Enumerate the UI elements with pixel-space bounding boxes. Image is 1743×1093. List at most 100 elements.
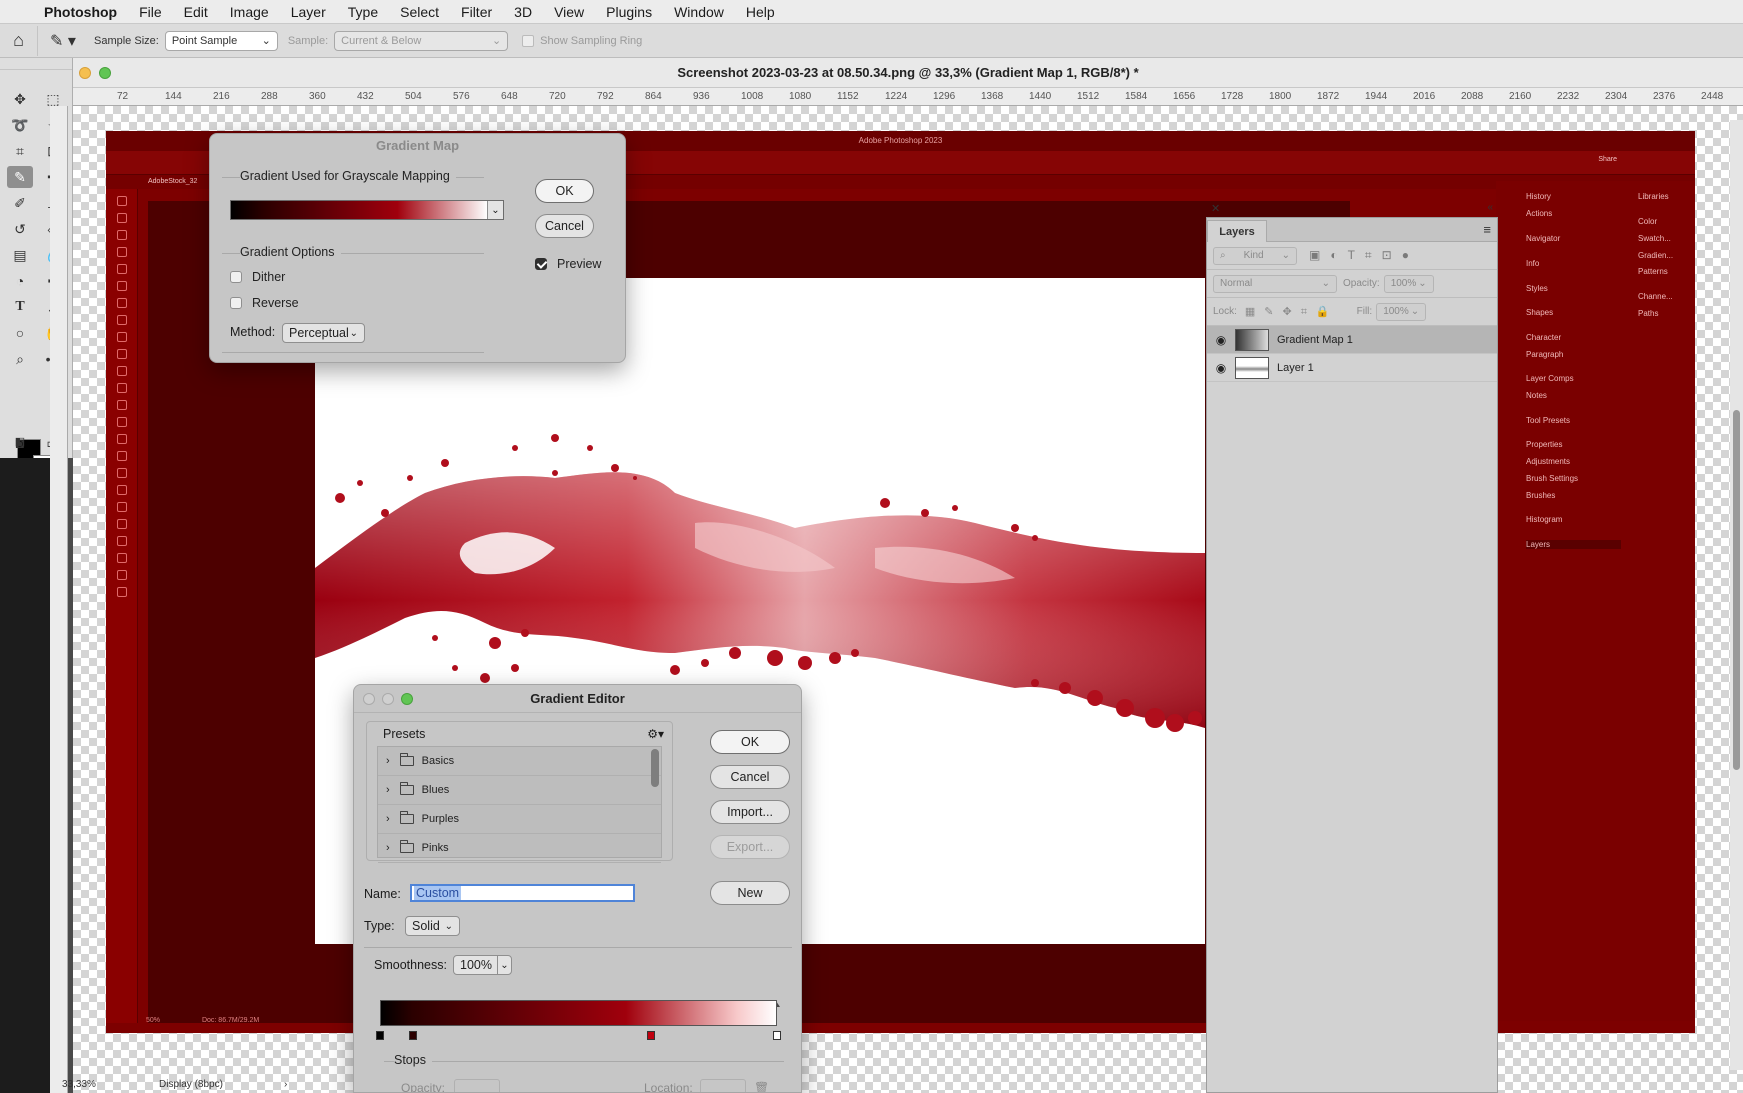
gradient-tool-icon[interactable]: ▤ [7, 244, 33, 266]
name-value: Custom [414, 886, 462, 900]
dither-checkbox[interactable]: Dither [230, 270, 285, 284]
sample-select[interactable]: Current & Below ⌄ [334, 30, 509, 51]
type-select[interactable]: Solid ⌄ [405, 916, 460, 936]
menu-view[interactable]: View [554, 4, 584, 20]
lock-icons[interactable]: ▦✎✥⌗🔒 [1245, 305, 1339, 319]
filter-icons[interactable]: ▣◐T⌗⊡● [1309, 248, 1419, 263]
tab-layers[interactable]: Layers [1207, 220, 1267, 242]
method-select[interactable]: Perceptual ⌄ [282, 323, 365, 343]
name-input[interactable]: Custom [410, 884, 635, 902]
menu-app[interactable]: Photoshop [44, 4, 117, 20]
menu-filter[interactable]: Filter [461, 4, 492, 20]
close-button[interactable] [363, 693, 375, 705]
sample-size-select[interactable]: Point Sample ⌄ [164, 30, 278, 51]
reverse-box[interactable] [230, 297, 242, 309]
cancel-button[interactable]: Cancel [535, 214, 594, 238]
menu-image[interactable]: Image [230, 4, 269, 20]
preset-folder-blues[interactable]: › Blues [378, 776, 661, 805]
color-stop-black[interactable] [376, 1031, 384, 1040]
stop-opacity-field[interactable] [454, 1079, 500, 1092]
zoom-button[interactable] [401, 693, 413, 705]
menu-layer[interactable]: Layer [291, 4, 326, 20]
chevron-down-icon: ⌄ [1418, 278, 1427, 289]
kind-filter-select[interactable]: ⌕ Kind ⌄ [1213, 246, 1297, 265]
chevron-right-icon[interactable]: › [386, 784, 390, 796]
show-sampling-ring-checkbox[interactable] [522, 34, 535, 47]
scrollbar-thumb[interactable] [1733, 410, 1740, 770]
menu-type[interactable]: Type [348, 4, 378, 20]
color-stop-red[interactable] [647, 1031, 655, 1040]
opacity-field[interactable]: 100% ⌄ [1383, 274, 1434, 293]
chevron-right-icon[interactable]: › [386, 813, 390, 825]
eye-icon[interactable]: ◉ [1207, 333, 1235, 347]
menu-3d[interactable]: 3D [514, 4, 532, 20]
inner-panel-label: Layers [1526, 540, 1621, 549]
chevron-right-icon[interactable]: › [284, 1079, 287, 1090]
preset-folder-purples[interactable]: › Purples [378, 805, 661, 834]
gradient-preview[interactable] [231, 201, 487, 219]
gradient-ramp[interactable] [380, 1000, 777, 1026]
move-tool-icon[interactable]: ✥ [7, 88, 33, 110]
panel-grip[interactable] [0, 58, 72, 70]
ellipse-tool-icon[interactable]: ○ [7, 322, 33, 344]
brush-tool-icon[interactable]: ✐ [7, 192, 33, 214]
stop-location-field[interactable] [700, 1079, 746, 1092]
reverse-checkbox[interactable]: Reverse [230, 296, 299, 310]
preset-folder-basics[interactable]: › Basics [378, 747, 661, 776]
import-button[interactable]: Import... [710, 800, 790, 824]
preview-box[interactable] [535, 258, 547, 270]
presets-scrollbar[interactable] [651, 749, 659, 787]
menu-edit[interactable]: Edit [184, 4, 208, 20]
menu-plugins[interactable]: Plugins [606, 4, 652, 20]
menu-select[interactable]: Select [400, 4, 439, 20]
preset-folder-label: Basics [421, 755, 455, 767]
zoom-tool-icon[interactable]: ⌕ [7, 348, 33, 370]
gear-icon[interactable]: ⚙▾ [647, 727, 664, 741]
color-stop-white[interactable] [773, 1031, 781, 1040]
chevron-right-icon[interactable]: › [386, 755, 390, 767]
chevron-down-icon[interactable]: ⌄ [487, 201, 503, 219]
collapse-icon[interactable]: « [1487, 202, 1493, 213]
gradient-picker[interactable]: ⌄ [230, 200, 504, 220]
ok-button[interactable]: OK [535, 179, 594, 203]
minimize-button[interactable] [79, 67, 91, 79]
preview-label: Preview [557, 257, 602, 271]
preview-checkbox[interactable]: Preview [535, 257, 601, 271]
smoothness-field[interactable]: 100% ⌄ [453, 955, 512, 975]
close-icon[interactable]: ✕ [1211, 202, 1220, 215]
trash-icon[interactable]: 🗑 [754, 1081, 769, 1092]
home-icon[interactable]: ⌂ [0, 25, 38, 56]
crop-tool-icon[interactable]: ⌗ [7, 140, 33, 162]
dodge-tool-icon[interactable]: ◔ [7, 270, 33, 292]
history-brush-tool-icon[interactable]: ↺ [7, 218, 33, 240]
ruler-tick: 1080 [789, 91, 812, 102]
color-stop-dark-red[interactable] [409, 1031, 417, 1040]
blend-mode-select[interactable]: Normal ⌄ [1213, 274, 1337, 293]
new-button[interactable]: New [710, 881, 790, 905]
minimize-button[interactable] [382, 693, 394, 705]
ok-button[interactable]: OK [710, 730, 790, 754]
menu-file[interactable]: File [139, 4, 162, 20]
eyedropper-tool-icon[interactable]: ✎ [7, 166, 33, 188]
preset-folder-pinks[interactable]: › Pinks [378, 834, 661, 863]
vertical-scrollbar[interactable] [1730, 120, 1743, 1070]
eyedropper-tool-preset-icon[interactable]: ✎ ▾ [38, 31, 88, 51]
ruler-tick: 432 [357, 91, 374, 102]
fill-field[interactable]: 100% ⌄ [1376, 302, 1427, 321]
menu-help[interactable]: Help [746, 4, 775, 20]
export-button[interactable]: Export... [710, 835, 790, 859]
zoom-button[interactable] [99, 67, 111, 79]
eye-icon[interactable]: ◉ [1207, 361, 1235, 375]
ruler-tick: 576 [453, 91, 470, 102]
type-tool-icon[interactable]: T [7, 296, 33, 318]
lasso-tool-icon[interactable]: ➰ [7, 114, 33, 136]
menu-window[interactable]: Window [674, 4, 724, 20]
dither-box[interactable] [230, 271, 242, 283]
zoom-level[interactable]: 33,33% [62, 1079, 96, 1090]
cancel-button[interactable]: Cancel [710, 765, 790, 789]
layer-row-layer-1[interactable]: ◉ Layer 1 [1207, 354, 1497, 382]
chevron-right-icon[interactable]: › [386, 842, 390, 854]
quick-mask-mode-icon[interactable]: ◙ [7, 432, 33, 454]
panel-menu-icon[interactable]: ≡ [1483, 222, 1491, 237]
layer-row-gradient-map[interactable]: ◉ Gradient Map 1 [1207, 326, 1497, 354]
